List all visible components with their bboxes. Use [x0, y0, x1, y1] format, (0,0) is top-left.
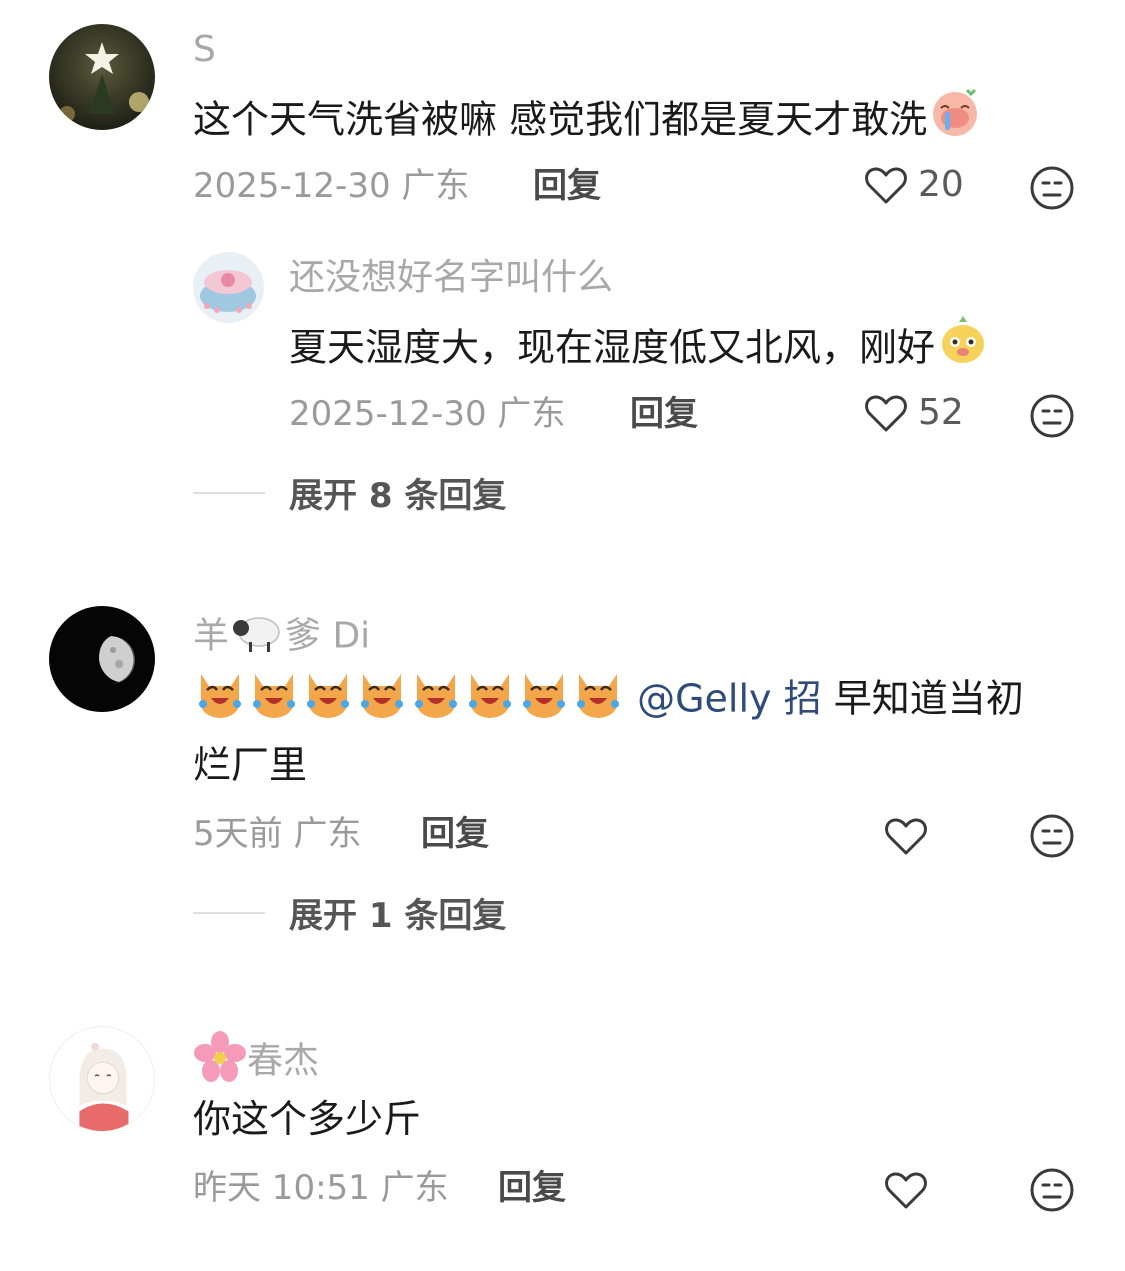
laughing-cat-emoji-icon [517, 664, 571, 738]
laughing-cat-emoji-icon [463, 664, 517, 738]
dislike-button[interactable] [1028, 164, 1076, 212]
laughing-cat-emoji-icon [247, 664, 301, 738]
heart-outline-icon [885, 818, 927, 855]
username-prefix: 羊 [193, 615, 230, 657]
laughing-cat-emoji-icon [409, 664, 463, 738]
location: 广东 [293, 814, 362, 854]
laughing-cat-emoji-row [193, 674, 637, 721]
location: 广东 [380, 1168, 449, 1208]
comment-text: @Gelly 招 早知道当初 [193, 664, 1024, 738]
comment-text-content: 早知道当初 [821, 676, 1024, 721]
like-button[interactable] [882, 1166, 930, 1214]
reply-button[interactable]: 回复 [533, 164, 601, 208]
reply-dislike-button[interactable] [1028, 392, 1076, 440]
like-button[interactable]: 20 [862, 161, 964, 209]
like-button[interactable] [882, 812, 930, 860]
sheep-emoji-icon [229, 610, 285, 665]
reply-timestamp: 2025-12-30 [289, 394, 487, 434]
timestamp: 5天前 [193, 814, 283, 854]
heart-outline-icon [885, 1172, 927, 1209]
reply-like-count: 52 [918, 392, 964, 433]
comment-text-content: 这个天气洗省被嘛 感觉我们都是夏天才敢洗 [193, 97, 928, 142]
username-text: 春杰 [247, 1040, 320, 1082]
location: 广东 [401, 166, 470, 206]
username-suffix: 爹 Di [285, 615, 371, 657]
reply-location: 广东 [497, 394, 566, 434]
neutral-face-icon [1030, 166, 1074, 210]
username[interactable]: 羊 爹 Di [193, 610, 370, 665]
expand-divider [193, 491, 265, 494]
expand-replies-button[interactable]: 展开 1 条回复 [193, 888, 506, 937]
comment-meta: 2025-12-30 广东 [193, 164, 469, 208]
neutral-face-icon [1030, 394, 1074, 438]
dislike-button[interactable] [1028, 1166, 1076, 1214]
comment-meta: 5天前 广东 [193, 812, 361, 856]
username[interactable]: S [193, 28, 216, 72]
laughing-cat-emoji-icon [571, 664, 625, 738]
timestamp: 2025-12-30 [193, 166, 391, 206]
reply-button[interactable]: 回复 [498, 1166, 566, 1210]
avatar[interactable] [49, 606, 155, 712]
laughing-cat-emoji-icon [355, 664, 409, 738]
laughing-cat-emoji-icon [193, 664, 247, 738]
laughing-cat-emoji-icon [301, 664, 355, 738]
reply-username[interactable]: 还没想好名字叫什么 [289, 256, 613, 300]
mention-link[interactable]: @Gelly 招 [637, 677, 822, 721]
heart-outline-icon [865, 395, 907, 432]
crying-face-emoji-icon [927, 84, 983, 160]
dog-face-emoji-icon [935, 312, 991, 388]
heart-outline-icon [865, 167, 907, 204]
dislike-button[interactable] [1028, 812, 1076, 860]
like-count: 20 [918, 164, 964, 205]
reply-reply-button[interactable]: 回复 [630, 392, 698, 436]
reply-like-button[interactable]: 52 [862, 389, 964, 437]
expand-replies-label: 展开 1 条回复 [289, 896, 507, 936]
expand-replies-button[interactable]: 展开 8 条回复 [193, 468, 506, 517]
comment-meta: 昨天 10:51 广东 [193, 1166, 449, 1210]
avatar[interactable] [49, 24, 155, 130]
avatar[interactable] [49, 1026, 155, 1132]
expand-replies-label: 展开 8 条回复 [289, 476, 507, 516]
neutral-face-icon [1030, 1168, 1074, 1212]
reply-meta: 2025-12-30 广东 [289, 392, 565, 436]
neutral-face-icon [1030, 814, 1074, 858]
comment-text: 这个天气洗省被嘛 感觉我们都是夏天才敢洗 [193, 84, 983, 160]
reply-button[interactable]: 回复 [421, 812, 489, 856]
comment-text-line2: 烂厂里 [193, 743, 308, 787]
reply-text-content: 夏天湿度大，现在湿度低又北风，刚好 [289, 325, 936, 370]
comment-text: 你这个多少斤 [193, 1097, 422, 1141]
timestamp: 昨天 10:51 [193, 1168, 370, 1208]
reply-text: 夏天湿度大，现在湿度低又北风，刚好 [289, 312, 991, 388]
expand-divider [193, 911, 265, 914]
reply-avatar[interactable] [193, 252, 264, 323]
